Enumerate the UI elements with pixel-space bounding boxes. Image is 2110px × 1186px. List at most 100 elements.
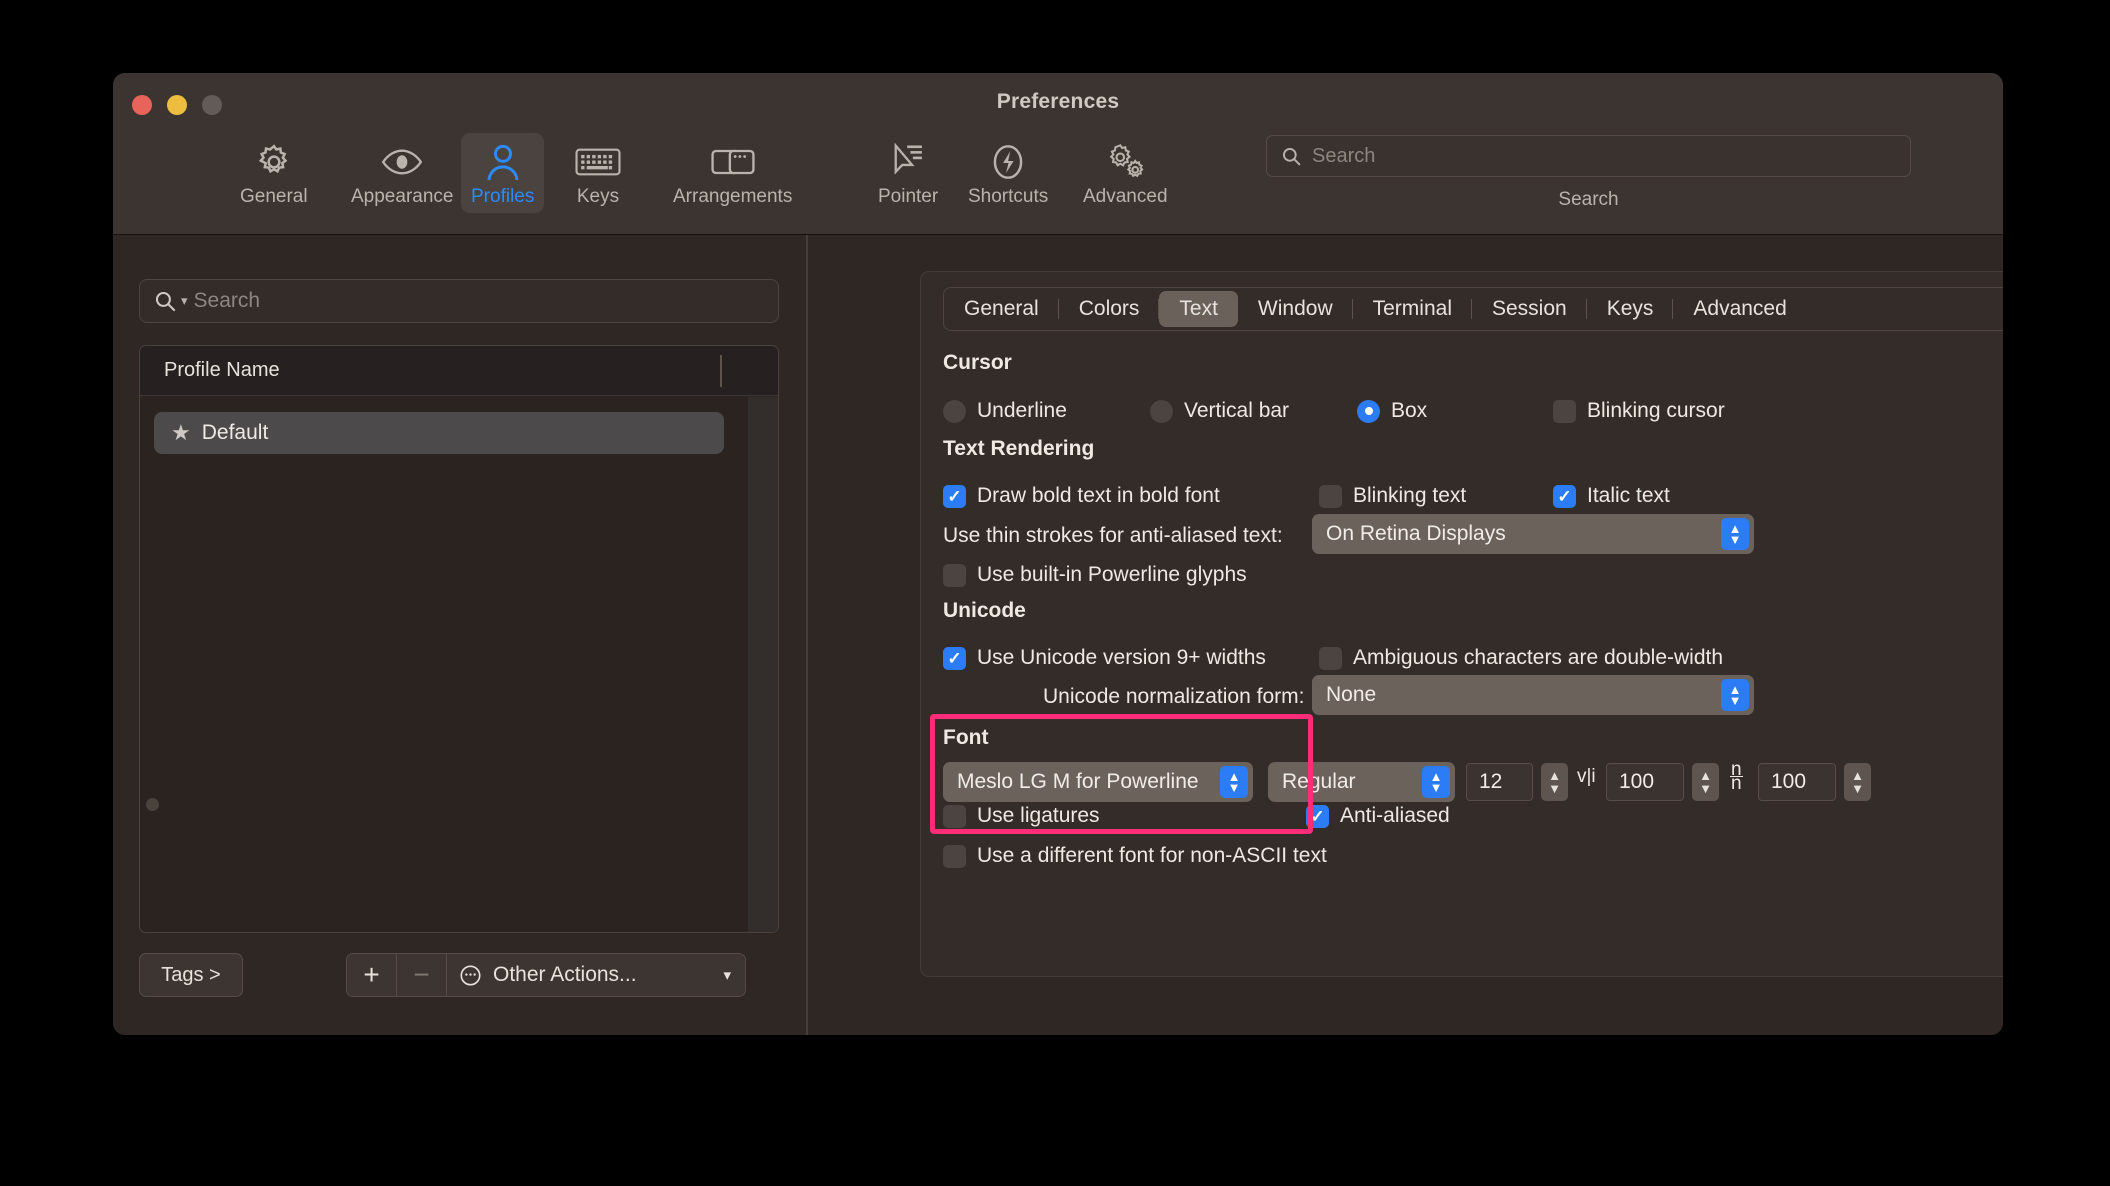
select-unicode-normalization[interactable]: None ▲ ▼ — [1312, 675, 1754, 715]
toolbar-search-placeholder: Search — [1312, 144, 1376, 167]
tab-label: Text — [1179, 297, 1218, 320]
ellipsis-circle-icon — [460, 964, 481, 986]
checkbox-draw-bold-text[interactable]: ✓ Draw bold text in bold font — [943, 484, 1220, 508]
tab-window[interactable]: Window — [1238, 291, 1353, 327]
stepper-arrows-icon: ▲ ▼ — [1220, 766, 1248, 798]
stepper-arrows-icon: ▲ ▼ — [1721, 679, 1749, 711]
checkbox — [1553, 399, 1576, 423]
toolbar-item-general[interactable]: General — [230, 133, 318, 213]
checkbox-italic-text[interactable]: ✓ Italic text — [1553, 484, 1670, 508]
radio-cursor-box[interactable]: Box — [1357, 399, 1427, 423]
column-header-profile-name: Profile Name — [164, 359, 280, 381]
tab-general[interactable]: General — [944, 291, 1059, 327]
checkbox-blinking-cursor[interactable]: Blinking cursor — [1553, 399, 1725, 423]
checkbox-anti-aliased[interactable]: ✓ Anti-aliased — [1306, 804, 1450, 828]
person-icon — [485, 140, 521, 184]
select-font-family[interactable]: Meslo LG M for Powerline ▲ ▼ — [943, 762, 1253, 802]
toolbar-search-caption: Search — [1558, 189, 1619, 210]
checkbox-unicode-9-widths[interactable]: ✓ Use Unicode version 9+ widths — [943, 646, 1266, 670]
checkbox-blinking-text[interactable]: Blinking text — [1319, 484, 1466, 508]
horizontal-spacing-stepper[interactable]: ▲ ▼ — [1692, 763, 1719, 801]
checkbox-label: Use Unicode version 9+ widths — [977, 646, 1266, 669]
cursor-icon — [890, 140, 926, 184]
radio-cursor-vertical-bar[interactable]: Vertical bar — [1150, 399, 1289, 423]
toolbar-search-input[interactable]: Search — [1266, 135, 1911, 177]
tags-button[interactable]: Tags > — [139, 953, 243, 997]
checkbox — [1319, 646, 1342, 670]
checkbox-label: Use ligatures — [977, 804, 1100, 827]
font-size-stepper[interactable]: ▲ ▼ — [1541, 763, 1568, 801]
checkbox — [943, 804, 966, 828]
toolbar-item-appearance[interactable]: Appearance — [341, 133, 463, 213]
toolbar-item-advanced[interactable]: Advanced — [1073, 133, 1178, 213]
select-value: Meslo LG M for Powerline — [957, 770, 1199, 793]
gear-icon — [254, 140, 294, 184]
eye-icon — [380, 140, 424, 184]
section-title-font: Font — [943, 726, 989, 749]
checkbox: ✓ — [1306, 804, 1329, 828]
vertical-spacing-icon: nn — [1730, 759, 1743, 794]
checkbox-powerline-glyphs[interactable]: Use built-in Powerline glyphs — [943, 563, 1247, 587]
toolbar-item-keys[interactable]: Keys — [565, 133, 631, 213]
checkbox-label: Use a different font for non-ASCII text — [977, 844, 1327, 867]
tab-terminal[interactable]: Terminal — [1353, 291, 1472, 327]
window-body: ▾ Search Profile Name ★ Default Tags > +… — [113, 235, 2003, 1035]
section-title-unicode: Unicode — [943, 599, 1026, 622]
profiles-table: Profile Name ★ Default — [139, 345, 779, 933]
toolbar-item-label: Pointer — [878, 186, 939, 207]
sidebar-resize-dot[interactable] — [146, 798, 159, 811]
checkbox — [1319, 484, 1342, 508]
select-thin-strokes[interactable]: On Retina Displays ▲ ▼ — [1312, 514, 1754, 554]
toolbar-item-profiles[interactable]: Profiles — [461, 133, 545, 213]
vertical-spacing-input[interactable]: 100 — [1758, 763, 1836, 801]
profiles-table-header: Profile Name — [140, 346, 778, 396]
column-resize-handle[interactable] — [720, 355, 722, 387]
pane-divider[interactable] — [806, 235, 808, 1035]
select-value: Regular — [1282, 770, 1356, 793]
radio-label: Vertical bar — [1184, 399, 1290, 422]
radio-cursor-underline[interactable]: Underline — [943, 399, 1067, 423]
tab-text[interactable]: Text — [1159, 291, 1238, 327]
profile-detail-card: General Colors Text Window Terminal Sess… — [920, 271, 2003, 977]
tab-keys[interactable]: Keys — [1587, 291, 1674, 327]
tab-advanced[interactable]: Advanced — [1673, 291, 1806, 327]
toolbar-item-arrangements[interactable]: Arrangements — [663, 133, 802, 213]
label-unicode-normalization: Unicode normalization form: — [1043, 685, 1305, 708]
toolbar-item-label: Arrangements — [673, 186, 793, 207]
toolbar-item-label: Keys — [576, 186, 620, 207]
remove-profile-button[interactable]: − — [397, 954, 447, 996]
select-font-style[interactable]: Regular ▲ ▼ — [1268, 762, 1455, 802]
toolbar-item-label: Shortcuts — [968, 186, 1049, 207]
chevron-down-icon: ▾ — [723, 967, 731, 984]
vertical-spacing-stepper[interactable]: ▲ ▼ — [1844, 763, 1871, 801]
toolbar-item-shortcuts[interactable]: Shortcuts — [958, 133, 1058, 213]
tab-label: Terminal — [1372, 297, 1452, 320]
select-value: On Retina Displays — [1326, 522, 1506, 545]
label-thin-strokes: Use thin strokes for anti-aliased text: — [943, 524, 1283, 547]
checkbox-label: Ambiguous characters are double-width — [1353, 646, 1724, 669]
checkbox-use-ligatures[interactable]: Use ligatures — [943, 804, 1100, 828]
profile-search-input[interactable]: ▾ Search — [139, 279, 779, 323]
profile-actions-segmented: + − Other Actions... ▾ — [346, 953, 746, 997]
font-size-input[interactable]: 12 — [1466, 763, 1533, 801]
tab-colors[interactable]: Colors — [1059, 291, 1160, 327]
checkbox-ambiguous-double-width[interactable]: Ambiguous characters are double-width — [1319, 646, 1723, 670]
radio-button — [943, 399, 966, 423]
windows-icon — [711, 140, 755, 184]
profiles-scrollbar[interactable] — [748, 397, 778, 932]
add-profile-button[interactable]: + — [347, 954, 397, 996]
preferences-toolbar: General Appearance Profiles Keys Arrange… — [113, 127, 2003, 233]
toolbar-item-label: Profiles — [471, 186, 535, 207]
list-item[interactable]: ★ Default — [154, 412, 724, 454]
tab-session[interactable]: Session — [1472, 291, 1587, 327]
other-actions-button[interactable]: Other Actions... ▾ — [447, 954, 745, 996]
toolbar-item-label: Advanced — [1083, 186, 1168, 207]
profiles-list: ★ Default — [140, 397, 778, 932]
toolbar-item-pointer[interactable]: Pointer — [868, 133, 948, 213]
checkbox — [943, 844, 966, 868]
tab-label: Keys — [1606, 297, 1654, 320]
checkbox-non-ascii-font[interactable]: Use a different font for non-ASCII text — [943, 844, 1327, 868]
horizontal-spacing-input[interactable]: 100 — [1606, 763, 1684, 801]
keyboard-icon — [575, 140, 621, 184]
stepper-arrows-icon: ▲ ▼ — [1422, 766, 1450, 798]
